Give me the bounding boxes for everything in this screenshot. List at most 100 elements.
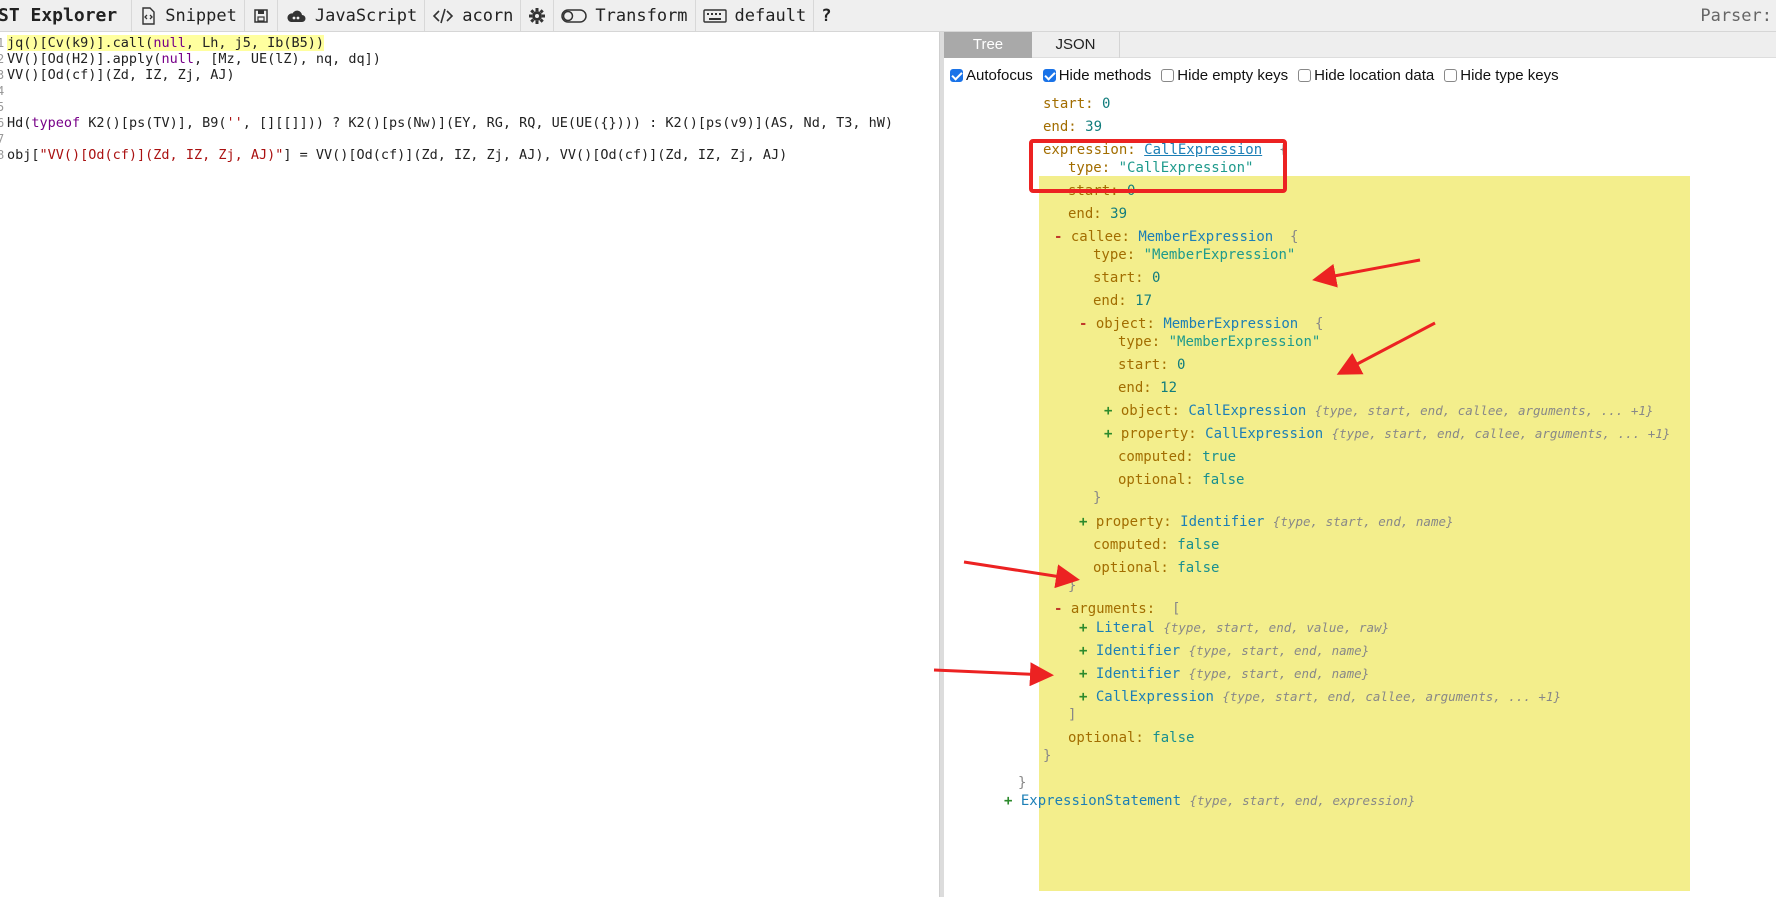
tree-node-arguments[interactable]: - arguments: [: [1054, 600, 1180, 618]
tree-row: end: 39: [1068, 205, 1127, 223]
prop-value: false: [1202, 472, 1245, 488]
closing-brace: }: [1018, 775, 1027, 791]
save-button[interactable]: [243, 0, 277, 31]
node-type[interactable]: Identifier: [1096, 643, 1180, 659]
node-type[interactable]: CallExpression: [1188, 403, 1306, 419]
code-line: 3 VV()[Od(cf)](Zd, IZ, Zj, AJ): [0, 67, 235, 83]
tree-node-argument[interactable]: + Identifier {type, start, end, name}: [1079, 642, 1369, 660]
checkbox[interactable]: [1444, 68, 1458, 82]
node-type[interactable]: MemberExpression: [1138, 229, 1273, 245]
code-text: VV()[Od(cf)](Zd, IZ, Zj, AJ): [7, 67, 235, 83]
option-hide-empty-keys[interactable]: Hide empty keys: [1161, 67, 1288, 84]
checkbox[interactable]: [1042, 68, 1056, 82]
language-button[interactable]: JavaScript: [276, 0, 424, 31]
checkbox[interactable]: [1161, 68, 1175, 82]
checkbox[interactable]: [950, 68, 963, 82]
checkbox[interactable]: [1298, 68, 1312, 82]
tree-row: end: 17: [1093, 292, 1152, 310]
prop-value: false: [1177, 560, 1220, 576]
keyword: typeof: [31, 115, 81, 131]
toolbar: ST Explorer Snippet JavaScript acorn Tra…: [0, 0, 1776, 32]
code-text: K2()[ps(TV)], B9(: [80, 115, 227, 131]
tree-node-inner-object[interactable]: + object: CallExpression {type, start, e…: [1104, 402, 1653, 420]
transform-toggle[interactable]: Transform: [553, 0, 694, 31]
node-type[interactable]: MemberExpression: [1163, 316, 1298, 332]
tree-node-inner-property[interactable]: + property: CallExpression {type, start,…: [1104, 425, 1670, 443]
tab-json[interactable]: JSON: [1032, 32, 1120, 58]
tree-node-expression-statement[interactable]: + ExpressionStatement {type, start, end,…: [1004, 792, 1415, 810]
prop-key: object:: [1120, 403, 1180, 419]
option-label: Hide empty keys: [1177, 66, 1289, 84]
prop-value: 39: [1085, 119, 1103, 135]
prop-key: computed:: [1118, 449, 1194, 465]
option-autofocus[interactable]: Autofocus: [950, 67, 1033, 84]
tree-row: optional: false: [1093, 559, 1219, 577]
tree-node-callee[interactable]: - callee: MemberExpression {: [1054, 228, 1298, 246]
language-label: JavaScript: [314, 5, 418, 26]
keyword: null: [161, 51, 194, 67]
code-line: 6 Hd(typeof K2()[ps(TV)], B9('', [][[]]))…: [0, 115, 893, 131]
prop-key: end:: [1118, 380, 1152, 396]
keymap-button[interactable]: default: [694, 0, 814, 31]
node-type[interactable]: CallExpression: [1096, 689, 1214, 705]
line-number: 8: [0, 148, 5, 162]
prop-value: true: [1202, 449, 1237, 465]
prop-key: end:: [1043, 119, 1077, 135]
prop-value: false: [1177, 537, 1220, 553]
tab-tree[interactable]: Tree: [944, 32, 1032, 58]
option-hide-location-data[interactable]: Hide location data: [1298, 67, 1434, 84]
prop-value: 39: [1110, 206, 1128, 222]
transform-label: Transform: [595, 5, 688, 26]
line-number: 2: [0, 52, 5, 66]
parser-settings-button[interactable]: [520, 0, 553, 31]
tree-row: end: 12: [1118, 379, 1177, 397]
node-type[interactable]: Identifier: [1096, 666, 1180, 682]
highlighted-code: jq()[Cv(k9)].call(null, Lh, j5, Ib(B5)): [7, 35, 324, 51]
node-summary: {type, start, end, name}: [1272, 514, 1454, 529]
node-type[interactable]: CallExpression: [1205, 426, 1323, 442]
node-type[interactable]: Literal: [1096, 620, 1155, 636]
prop-value: 0: [1102, 96, 1111, 112]
gear-icon: [529, 7, 546, 24]
option-hide-methods[interactable]: Hide methods: [1042, 67, 1151, 84]
snippet-icon: [142, 6, 155, 25]
annotation-box: [1029, 139, 1287, 193]
help-button[interactable]: ?: [813, 0, 838, 31]
node-summary: {type, start, end, callee, arguments, ..…: [1314, 403, 1654, 418]
line-number: 3: [0, 68, 5, 82]
node-type[interactable]: Identifier: [1180, 514, 1264, 530]
string: "VV()[Od(cf)](Zd, IZ, Zj, AJ)": [39, 147, 284, 163]
line-number: 1: [0, 36, 5, 50]
option-label: Autofocus: [966, 66, 1033, 84]
tree-node-argument[interactable]: + CallExpression {type, start, end, call…: [1079, 688, 1561, 706]
prop-key: end:: [1093, 293, 1127, 309]
tree-node-argument[interactable]: + Literal {type, start, end, value, raw}: [1079, 619, 1389, 637]
code-text: ] = VV()[Od(cf)](Zd, IZ, Zj, AJ), VV()[O…: [283, 147, 788, 163]
prop-value: "MemberExpression": [1143, 247, 1296, 263]
parser-button[interactable]: acorn: [424, 0, 520, 31]
line-number: 6: [0, 116, 5, 130]
snippet-button[interactable]: Snippet: [131, 0, 244, 31]
keyword: null: [153, 35, 186, 51]
prop-value: 12: [1160, 380, 1178, 396]
closing-brace: }: [1043, 748, 1052, 764]
tree-options: Autofocus Hide methods Hide empty keys H…: [950, 63, 1569, 87]
code-text: Hd(: [7, 115, 32, 131]
prop-key: start:: [1043, 96, 1094, 112]
node-summary: {type, start, end, value, raw}: [1163, 620, 1390, 635]
code-line: 7: [0, 131, 7, 147]
save-icon: [254, 8, 268, 23]
line-number: 5: [0, 100, 5, 114]
tree-node-object[interactable]: - object: MemberExpression {: [1079, 315, 1323, 333]
snippet-label: Snippet: [165, 5, 237, 26]
tree-node-argument[interactable]: + Identifier {type, start, end, name}: [1079, 665, 1369, 683]
code-editor[interactable]: 1 jq()[Cv(k9)].call(null, Lh, j5, Ib(B5))…: [0, 32, 939, 897]
tree-row: optional: false: [1118, 471, 1244, 489]
code-icon: [433, 8, 454, 23]
line-number: 4: [0, 84, 5, 98]
tree-node-property[interactable]: + property: Identifier {type, start, end…: [1079, 513, 1454, 531]
prop-key: computed:: [1093, 537, 1169, 553]
option-hide-type-keys[interactable]: Hide type keys: [1444, 67, 1559, 84]
option-label: Hide location data: [1314, 66, 1435, 84]
node-type[interactable]: ExpressionStatement: [1021, 793, 1181, 809]
